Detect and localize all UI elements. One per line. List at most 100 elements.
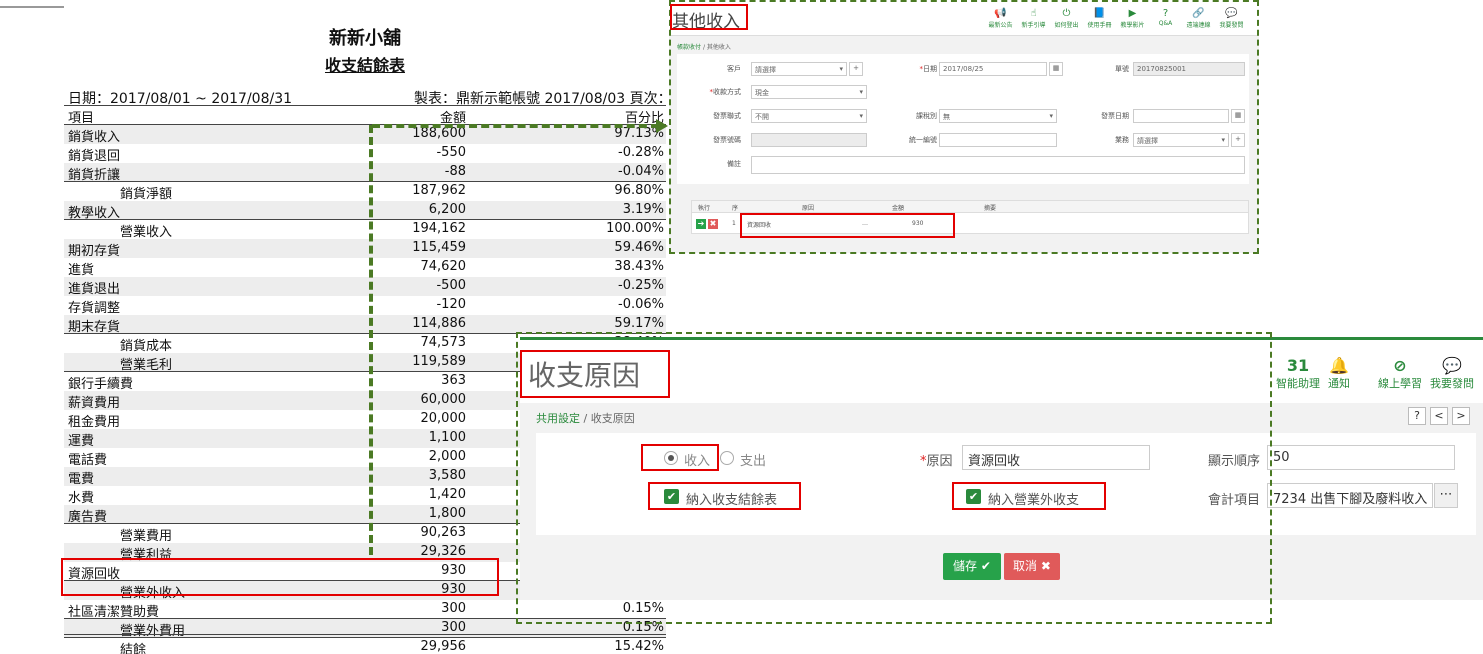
- calendar-icon: 31: [1286, 356, 1310, 375]
- row-amount: 20,000: [420, 411, 467, 426]
- row-amount: 115,459: [412, 240, 466, 255]
- prev-button[interactable]: <: [1430, 407, 1448, 425]
- w2-toolbar-item[interactable]: 💬 我要發問: [1430, 357, 1474, 391]
- table-row: 存貨調整 -120 -0.06%: [64, 296, 666, 316]
- row-amount: -550: [436, 145, 466, 160]
- row-percent: 59.46%: [614, 240, 664, 255]
- annotation-box-w2-title: [520, 350, 670, 398]
- annotation-box-income-radio: [641, 444, 719, 471]
- row-label: 營業費用: [120, 529, 173, 544]
- row-amount: 1,420: [428, 487, 466, 502]
- row-percent: 3.19%: [622, 202, 664, 217]
- row-label: 營業收入: [120, 225, 173, 240]
- row-amount: 363: [441, 373, 466, 388]
- top-edge-line: [0, 6, 64, 8]
- annotation-box-include-nonop: [952, 482, 1106, 510]
- report-store-name: 新新小舖: [329, 28, 401, 49]
- table-row: 銷貨退回 -550 -0.28%: [64, 144, 666, 164]
- table-row: 進貨 74,620 38.43%: [64, 258, 666, 278]
- row-amount: 29,956: [420, 639, 467, 654]
- bell-icon: 🔔: [1329, 356, 1349, 375]
- row-amount: 119,589: [412, 354, 466, 369]
- annotation-box-report-rows: [61, 558, 499, 596]
- row-label: 存貨調整: [68, 301, 121, 316]
- row-amount: -88: [444, 164, 466, 179]
- table-row: 期初存貨 115,459 59.46%: [64, 239, 666, 259]
- row-amount: 3,580: [428, 468, 466, 483]
- row-percent: -0.04%: [618, 164, 664, 179]
- table-row: 教學收入 6,200 3.19%: [64, 201, 666, 221]
- next-button[interactable]: >: [1452, 407, 1470, 425]
- annotation-box-w1-title: [670, 4, 748, 30]
- row-percent: 100.00%: [606, 221, 664, 236]
- annotation-box-include-report: [648, 482, 801, 510]
- annotation-arrow-head: [656, 119, 668, 133]
- row-amount: 1,800: [428, 506, 466, 521]
- order-input[interactable]: 50: [1267, 445, 1455, 470]
- row-amount: 114,886: [412, 316, 466, 331]
- chat-icon: 💬: [1442, 356, 1462, 375]
- row-label: 電話費: [68, 453, 108, 468]
- row-label: 銀行手續費: [68, 377, 134, 392]
- row-amount: -500: [436, 278, 466, 293]
- w2-toolbar-label: 智能助理: [1276, 377, 1320, 390]
- row-percent: 38.43%: [614, 259, 664, 274]
- row-label: 銷貨淨額: [120, 187, 173, 202]
- row-label: 水費: [68, 491, 95, 506]
- row-label: 進貨退出: [68, 282, 121, 297]
- row-percent: 96.80%: [614, 183, 664, 198]
- row-label: 期初存貨: [68, 244, 121, 259]
- row-amount: 300: [441, 620, 466, 635]
- w2-toolbar-label: 線上學習: [1378, 377, 1422, 390]
- row-label: 進貨: [68, 263, 95, 278]
- table-row: 進貨退出 -500 -0.25%: [64, 277, 666, 297]
- row-percent: 15.42%: [614, 639, 664, 654]
- annotation-box-w1-grid-row: [740, 213, 955, 238]
- row-amount: 60,000: [420, 392, 467, 407]
- row-amount: 1,100: [428, 430, 466, 445]
- row-amount: 74,573: [420, 335, 467, 350]
- report-title: 收支結餘表: [324, 56, 405, 75]
- row-label: 銷貨收入: [68, 130, 121, 145]
- help-button[interactable]: ?: [1408, 407, 1426, 425]
- row-label: 銷貨成本: [120, 339, 173, 354]
- table-row: 銷貨淨額 187,962 96.80%: [64, 182, 666, 202]
- row-amount: 187,962: [412, 183, 466, 198]
- compass-icon: ⊘: [1393, 356, 1407, 375]
- report-header-row: 項目 金額 百分比: [64, 106, 666, 126]
- w2-toolbar-label: 通知: [1328, 377, 1350, 390]
- w2-toolbar-label: 我要發問: [1430, 377, 1474, 390]
- report-total-rule-2: [64, 637, 666, 638]
- w2-toolbar-item[interactable]: ⊘ 線上學習: [1378, 357, 1422, 391]
- annotation-dashed-line-vertical: [369, 125, 373, 555]
- table-row: 銷貨折讓 -88 -0.04%: [64, 163, 666, 183]
- row-amount: 29,326: [420, 544, 467, 559]
- w2-toolbar-item[interactable]: 31 智能助理: [1276, 357, 1320, 391]
- row-amount: 300: [441, 601, 466, 616]
- row-label: 電費: [68, 472, 95, 487]
- report-total-rule-1: [64, 634, 666, 635]
- annotation-dashed-line-horizontal: [372, 124, 659, 128]
- account-input[interactable]: 7234 出售下腳及廢料收入: [1267, 483, 1433, 508]
- table-row: 結餘 29,956 15.42%: [64, 638, 666, 654]
- row-amount: 194,162: [412, 221, 466, 236]
- row-amount: 6,200: [428, 202, 466, 217]
- account-value: 7234 出售下腳及廢料收入: [1273, 492, 1428, 507]
- row-percent: -0.25%: [618, 278, 664, 293]
- row-amount: 90,263: [420, 525, 467, 540]
- w2-toolbar-item[interactable]: 🔔 通知: [1328, 357, 1350, 391]
- row-label: 銷貨退回: [68, 149, 121, 164]
- row-percent: -0.06%: [618, 297, 664, 312]
- row-label: 薪資費用: [68, 396, 121, 411]
- row-label: 運費: [68, 434, 95, 449]
- row-label: 結餘: [120, 643, 147, 654]
- row-percent: 59.17%: [614, 316, 664, 331]
- row-amount: 2,000: [428, 449, 466, 464]
- row-percent: -0.28%: [618, 145, 664, 160]
- row-amount: 188,600: [412, 126, 466, 141]
- row-amount: -120: [436, 297, 466, 312]
- row-label: 租金費用: [68, 415, 121, 430]
- table-row: 營業收入 194,162 100.00%: [64, 220, 666, 240]
- row-amount: 74,620: [420, 259, 467, 274]
- more-options-button[interactable]: ⋯: [1434, 483, 1458, 508]
